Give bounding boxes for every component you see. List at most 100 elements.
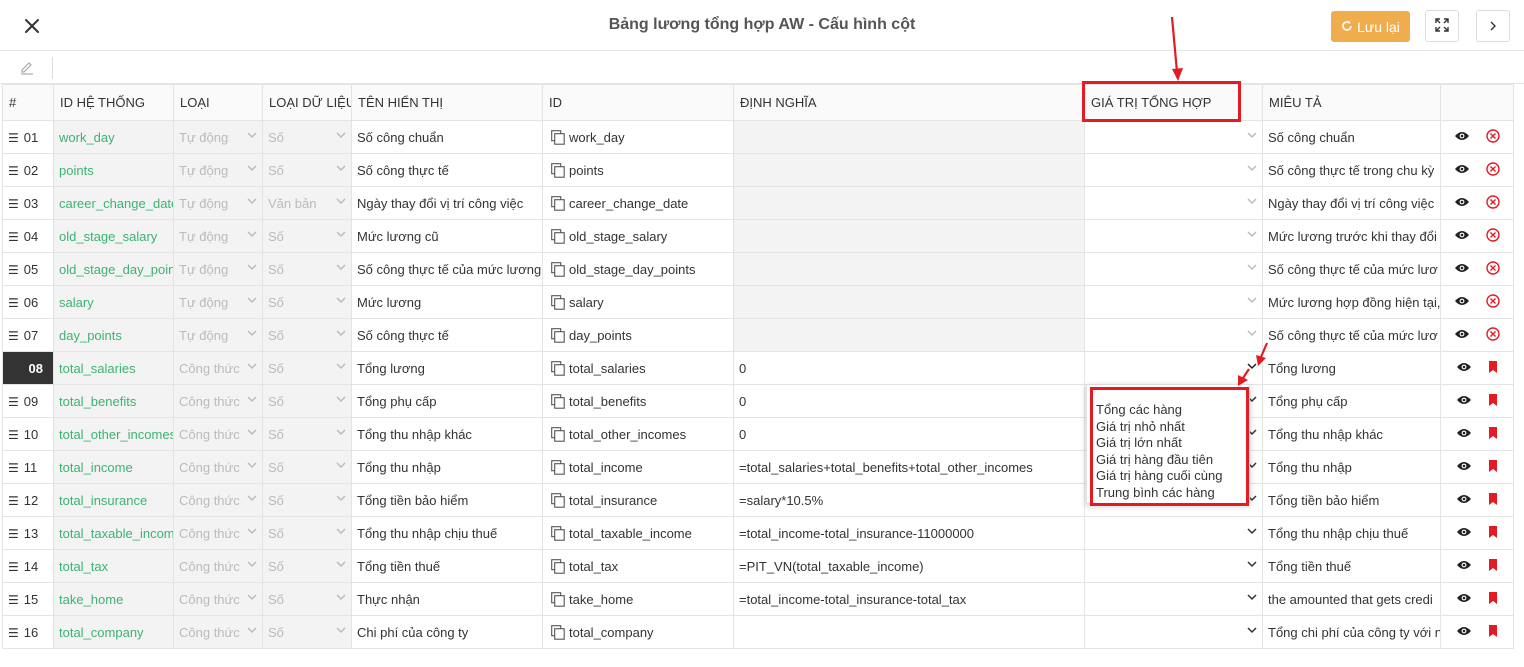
data-type-select[interactable]: Số [262, 615, 352, 649]
data-type-select[interactable]: Số [262, 318, 352, 352]
table-row[interactable]: ☰ 11 total_income Công thức Số Tổng thu n… [2, 450, 1514, 484]
row-number[interactable]: ☰ 05 [2, 252, 54, 286]
display-name-cell[interactable]: Tổng thu nhập khác [351, 417, 543, 451]
description-cell[interactable]: Số công thực tế của mức lươ [1262, 318, 1441, 352]
id-cell[interactable]: day_points [542, 318, 734, 352]
delete-icon[interactable] [1486, 128, 1500, 146]
table-row[interactable]: ☰ 16 total_company Công thức Số Chi phí c… [2, 615, 1514, 649]
definition-cell[interactable]: =total_salaries+total_benefits+total_oth… [733, 450, 1085, 484]
row-number[interactable]: ☰ 14 [2, 549, 54, 583]
definition-cell[interactable]: =total_income-total_insurance-11000000 [733, 516, 1085, 550]
drag-handle-icon[interactable]: ☰ [8, 131, 19, 145]
description-cell[interactable]: Số công chuẩn [1262, 120, 1441, 154]
display-name-cell[interactable]: Tổng phụ cấp [351, 384, 543, 418]
col-header-data-type[interactable]: LOẠI DỮ LIỆU [262, 84, 352, 121]
eye-icon[interactable] [1454, 328, 1470, 343]
definition-cell[interactable] [733, 615, 1085, 649]
drag-handle-icon[interactable]: ☰ [8, 164, 19, 178]
row-number[interactable]: ☰ 07 [2, 318, 54, 352]
data-type-select[interactable]: Số [262, 450, 352, 484]
data-type-select[interactable]: Số [262, 417, 352, 451]
data-type-select[interactable]: Số [262, 582, 352, 616]
display-name-cell[interactable]: Tổng lương [351, 351, 543, 385]
id-cell[interactable]: total_taxable_income [542, 516, 734, 550]
row-number[interactable]: ☰ 12 [2, 483, 54, 517]
row-number[interactable]: ☰ 09 [2, 384, 54, 418]
eye-icon[interactable] [1454, 196, 1470, 211]
id-cell[interactable]: total_company [542, 615, 734, 649]
data-type-select[interactable]: Số [262, 219, 352, 253]
display-name-cell[interactable]: Tổng tiền thuế [351, 549, 543, 583]
description-cell[interactable]: Ngày thay đổi vị trí công việc [1262, 186, 1441, 220]
description-cell[interactable]: Tổng thu nhập khác [1262, 417, 1441, 451]
display-name-cell[interactable]: Tổng thu nhập [351, 450, 543, 484]
eye-icon[interactable] [1454, 295, 1470, 310]
fullscreen-button[interactable] [1425, 10, 1459, 42]
aggregate-option[interactable]: Tổng các hàng [1087, 402, 1249, 419]
type-select[interactable]: Công thức [173, 483, 263, 517]
drag-handle-icon[interactable]: ☰ [8, 296, 19, 310]
id-cell[interactable]: total_income [542, 450, 734, 484]
eye-icon[interactable] [1456, 361, 1472, 376]
id-cell[interactable]: salary [542, 285, 734, 319]
aggregate-option[interactable]: Giá trị lớn nhất [1087, 435, 1249, 452]
type-select[interactable]: Công thức [173, 450, 263, 484]
type-select[interactable]: Tự động [173, 120, 263, 154]
row-number[interactable]: ☰ 10 [2, 417, 54, 451]
eye-icon[interactable] [1454, 163, 1470, 178]
aggregate-option[interactable]: Trung bình các hàng [1087, 485, 1249, 502]
row-number[interactable]: ☰ 06 [2, 285, 54, 319]
type-select[interactable]: Công thức [173, 615, 263, 649]
display-name-cell[interactable]: Ngày thay đổi vị trí công việc [351, 186, 543, 220]
bookmark-icon[interactable] [1488, 459, 1498, 475]
description-cell[interactable]: Tổng phụ cấp [1262, 384, 1441, 418]
col-header-description[interactable]: MIÊU TẢ [1262, 84, 1441, 121]
description-cell[interactable]: Tổng thu nhập chịu thuế [1262, 516, 1441, 550]
id-cell[interactable]: total_benefits [542, 384, 734, 418]
table-row[interactable]: ☰ 13 total_taxable_income Công thức Số Tổ… [2, 516, 1514, 550]
table-row[interactable]: ☰ 06 salary Tự động Số Mức lương salary M… [2, 285, 1514, 319]
table-row[interactable]: ☰ 07 day_points Tự động Số Số công thực t… [2, 318, 1514, 352]
bookmark-icon[interactable] [1488, 426, 1498, 442]
id-cell[interactable]: total_tax [542, 549, 734, 583]
description-cell[interactable]: Tổng tiền thuế [1262, 549, 1441, 583]
drag-handle-icon[interactable]: ☰ [8, 329, 19, 343]
description-cell[interactable]: Tổng tiền bảo hiểm [1262, 483, 1441, 517]
bookmark-icon[interactable] [1488, 393, 1498, 409]
eye-icon[interactable] [1454, 130, 1470, 145]
row-number[interactable]: ☰ 13 [2, 516, 54, 550]
id-cell[interactable]: total_salaries [542, 351, 734, 385]
display-name-cell[interactable]: Số công thực tế của mức lương [351, 252, 543, 286]
data-type-select[interactable]: Số [262, 351, 352, 385]
delete-icon[interactable] [1486, 227, 1500, 245]
id-cell[interactable]: total_other_incomes [542, 417, 734, 451]
type-select[interactable]: Công thức [173, 351, 263, 385]
drag-handle-icon[interactable]: ☰ [8, 428, 19, 442]
table-row[interactable]: ☰ 12 total_insurance Công thức Số Tổng ti… [2, 483, 1514, 517]
definition-cell[interactable]: 0 [733, 351, 1085, 385]
table-row[interactable]: ☰ 09 total_benefits Công thức Số Tổng phụ… [2, 384, 1514, 418]
aggregate-select[interactable] [1084, 516, 1263, 550]
row-number[interactable]: ☰ 02 [2, 153, 54, 187]
pencil-icon[interactable] [16, 58, 38, 78]
bookmark-icon[interactable] [1488, 360, 1498, 376]
aggregate-select[interactable] [1084, 615, 1263, 649]
data-type-select[interactable]: Văn bản [262, 186, 352, 220]
aggregate-select[interactable] [1084, 186, 1263, 220]
definition-cell[interactable]: =total_income-total_insurance-total_tax [733, 582, 1085, 616]
row-number[interactable]: ☰ 03 [2, 186, 54, 220]
aggregate-select[interactable] [1084, 351, 1263, 385]
description-cell[interactable]: Tổng lương [1262, 351, 1441, 385]
row-number[interactable]: ☰ 01 [2, 120, 54, 154]
drag-handle-icon[interactable]: ☰ [8, 197, 19, 211]
type-select[interactable]: Công thức [173, 384, 263, 418]
bookmark-icon[interactable] [1488, 591, 1498, 607]
table-row[interactable]: ☰ 03 career_change_date_ Tự động Văn bản … [2, 186, 1514, 220]
delete-icon[interactable] [1486, 293, 1500, 311]
data-type-select[interactable]: Số [262, 384, 352, 418]
aggregate-select[interactable] [1084, 318, 1263, 352]
description-cell[interactable]: Mức lương hợp đồng hiện tại, [1262, 285, 1441, 319]
type-select[interactable]: Tự động [173, 186, 263, 220]
data-type-select[interactable]: Số [262, 285, 352, 319]
save-button[interactable]: Lưu lại [1331, 11, 1410, 42]
